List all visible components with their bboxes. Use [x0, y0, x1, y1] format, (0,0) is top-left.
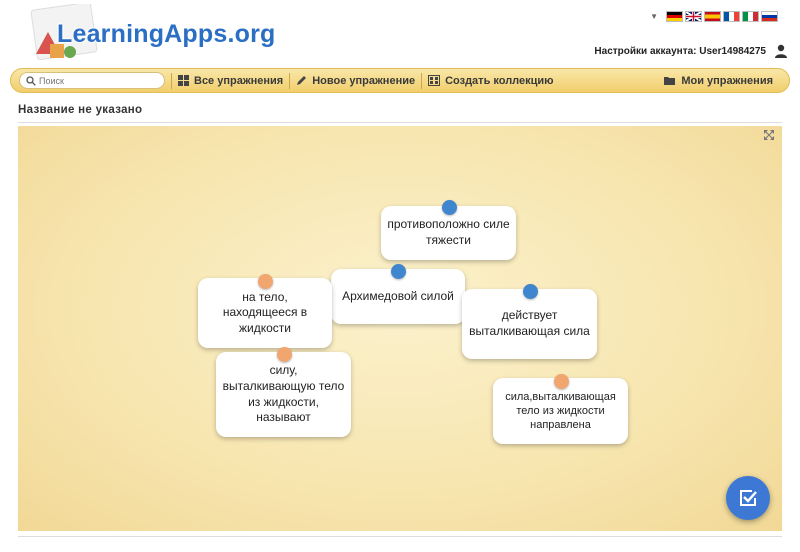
card-text: действует выталкивающая сила — [469, 308, 590, 338]
card-acting-buoyant-force[interactable]: действует выталкивающая сила — [462, 289, 597, 359]
language-bar: ▼ — [650, 11, 778, 22]
search-box[interactable] — [19, 72, 165, 89]
expand-icon[interactable] — [764, 130, 774, 140]
main-navbar: Все упражнения Новое упражнение Создать … — [10, 68, 790, 93]
card-text: на тело, находящееся в жидкости — [222, 289, 308, 335]
connector-dot[interactable] — [391, 264, 406, 279]
card-text: противоположно силе тяжести — [387, 217, 510, 247]
header: LearningApps.org ▼ Настройки аккаунта: U… — [0, 0, 800, 68]
connector-dot[interactable] — [277, 347, 292, 362]
card-force-pushing-out[interactable]: силу, выталкивающую тело из жидкости, на… — [216, 352, 351, 437]
nav-create-collection-label: Создать коллекцию — [445, 74, 554, 87]
connector-dot[interactable] — [523, 284, 538, 299]
user-icon[interactable] — [774, 44, 788, 58]
divider — [18, 122, 782, 123]
connector-dot[interactable] — [554, 374, 569, 389]
grid-icon — [178, 75, 189, 86]
search-icon — [26, 75, 36, 86]
connector-dot[interactable] — [258, 274, 273, 289]
folder-icon — [664, 76, 676, 85]
flag-it-icon[interactable] — [742, 11, 759, 22]
search-input[interactable] — [39, 75, 159, 86]
page-title: Название не указано — [18, 104, 143, 116]
collection-icon — [428, 75, 441, 86]
card-text: сила,выталкивающая тело из жидкости напр… — [505, 390, 616, 432]
nav-new-exercise[interactable]: Новое упражнение — [296, 75, 415, 87]
check-square-icon — [740, 490, 757, 506]
connector-dot[interactable] — [442, 200, 457, 215]
card-text: Архимедовой силой — [342, 288, 454, 303]
nav-create-collection[interactable]: Создать коллекцию — [428, 74, 554, 87]
card-text: силу, выталкивающую тело из жидкости, на… — [222, 363, 345, 425]
nav-divider — [289, 72, 291, 89]
nav-new-exercise-label: Новое упражнение — [312, 74, 416, 87]
logo-text[interactable]: LearningApps.org — [57, 20, 275, 49]
divider — [18, 536, 782, 537]
flag-es-icon[interactable] — [704, 11, 721, 22]
nav-divider — [421, 72, 423, 89]
nav-all-exercises[interactable]: Все упражнения — [178, 75, 283, 87]
check-answers-button[interactable] — [726, 476, 770, 520]
flag-de-icon[interactable] — [666, 11, 683, 22]
nav-divider — [171, 72, 172, 89]
pencil-icon — [297, 76, 307, 85]
flag-en-icon[interactable] — [685, 11, 702, 22]
nav-my-exercises-label: Мои упражнения — [681, 74, 773, 87]
chevron-down-icon[interactable]: ▼ — [650, 12, 658, 21]
nav-my-exercises[interactable]: Мои упражнения — [664, 75, 773, 87]
flag-fr-icon[interactable] — [723, 11, 740, 22]
flag-ru-icon[interactable] — [761, 11, 778, 22]
exercise-board: противоположно силе тяжести Архимедовой … — [18, 126, 782, 531]
account-settings-link[interactable]: Настройки аккаунта: User14984275 — [594, 46, 766, 57]
nav-all-exercises-label: Все упражнения — [194, 74, 284, 87]
